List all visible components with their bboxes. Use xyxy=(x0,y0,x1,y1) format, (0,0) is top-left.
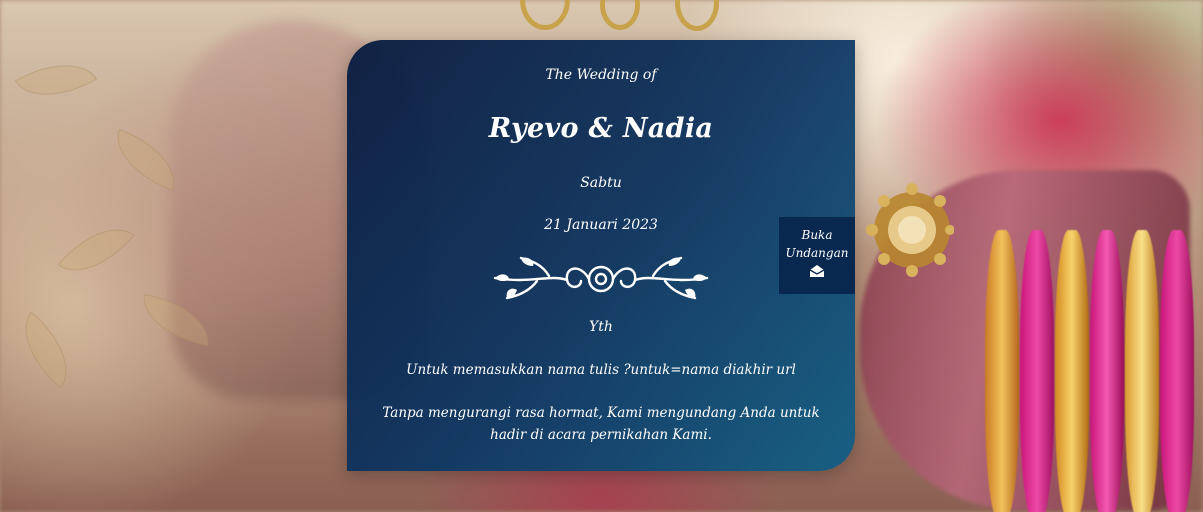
recipient-label: Yth xyxy=(589,319,613,335)
guest-name-hint: Untuk memasukkan nama tulis ?untuk=nama … xyxy=(406,362,796,378)
background-bangle xyxy=(1055,230,1089,512)
open-button-label-line2: Undangan xyxy=(785,246,849,260)
pre-title: The Wedding of xyxy=(545,67,657,83)
floral-divider-icon xyxy=(493,256,709,300)
open-button-label-line1: Buka xyxy=(801,228,833,242)
background-bangle xyxy=(1020,230,1054,512)
background-bangle xyxy=(1125,230,1159,512)
envelope-open-icon xyxy=(809,265,825,277)
event-day: Sabtu xyxy=(580,175,622,191)
invitation-message: Tanpa mengurangi rasa hormat, Kami mengu… xyxy=(382,405,820,443)
background-bangle xyxy=(1160,230,1194,512)
background-bangle xyxy=(985,230,1019,512)
background-bangle xyxy=(1090,230,1124,512)
open-invitation-button[interactable]: Buka Undangan xyxy=(779,217,855,294)
background-jewel-ring xyxy=(866,183,954,277)
couple-names: Ryevo & Nadia xyxy=(488,113,714,144)
